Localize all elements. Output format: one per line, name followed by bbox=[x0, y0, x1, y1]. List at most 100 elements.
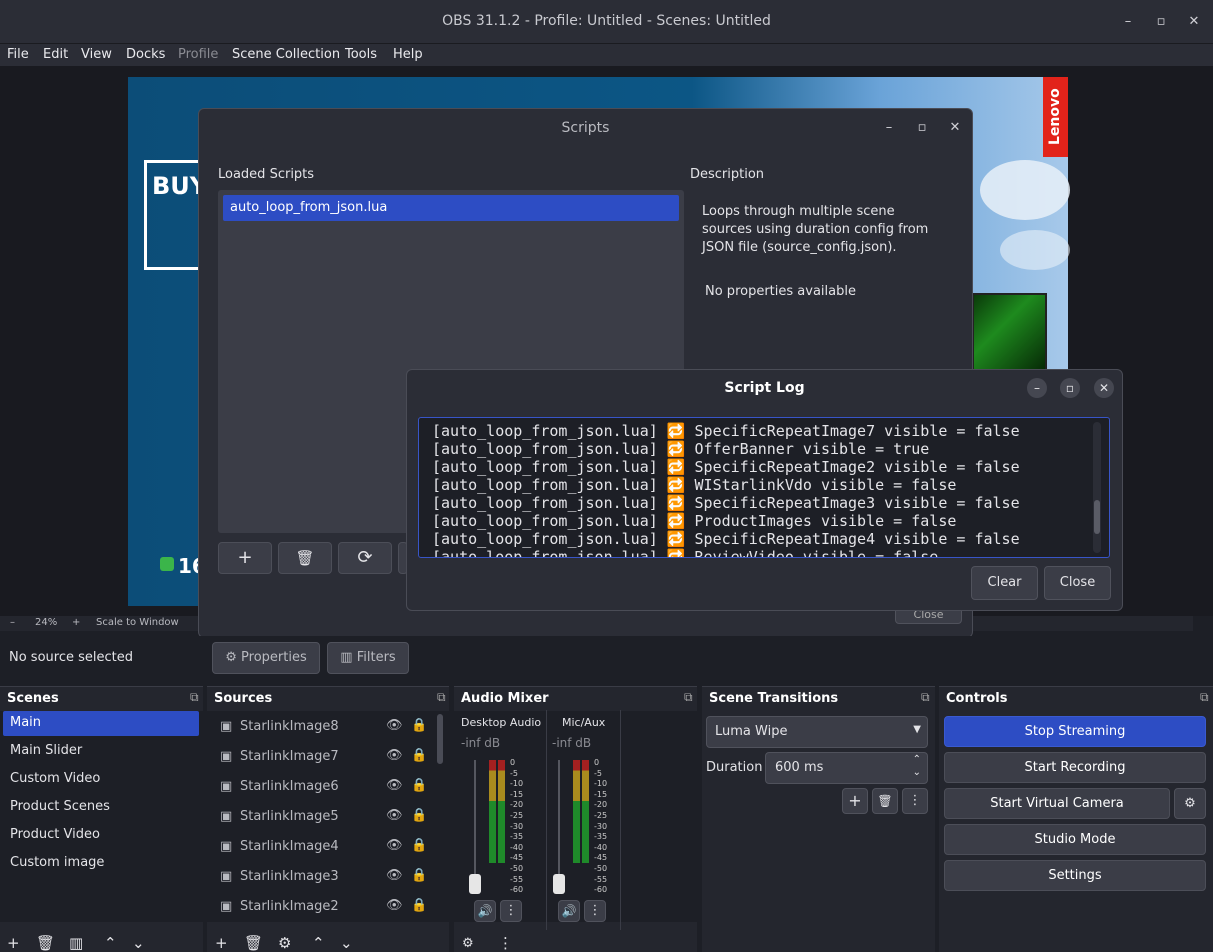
scene-item[interactable]: Product Video bbox=[3, 823, 199, 848]
menu-scene-collection[interactable]: Scene Collection bbox=[232, 47, 340, 62]
minimize-button[interactable]: – bbox=[1118, 12, 1138, 32]
scene-item[interactable]: Custom Video bbox=[3, 767, 199, 792]
lock-icon[interactable]: 🔒 bbox=[411, 748, 427, 763]
transition-menu-kebab-icon[interactable]: ⋮ bbox=[902, 788, 928, 814]
lock-icon[interactable]: 🔒 bbox=[411, 838, 427, 853]
sources-scrollbar[interactable] bbox=[437, 714, 443, 764]
undock-icon[interactable]: ⧉ bbox=[437, 690, 446, 705]
maximize-button[interactable]: ▫ bbox=[1151, 12, 1171, 32]
studio-mode-button[interactable]: Studio Mode bbox=[944, 824, 1206, 855]
scripts-close-button[interactable]: ✕ bbox=[945, 118, 965, 138]
clear-button[interactable]: Clear bbox=[971, 566, 1038, 600]
source-item[interactable]: ▣ StarlinkImage8 👁 🔒 bbox=[214, 712, 434, 742]
scene-item[interactable]: Custom image bbox=[3, 851, 199, 876]
add-script-button[interactable]: + bbox=[218, 542, 272, 574]
settings-button[interactable]: Settings bbox=[944, 860, 1206, 891]
undock-icon[interactable]: ⧉ bbox=[921, 690, 930, 705]
menu-profile[interactable]: Profile bbox=[178, 47, 218, 62]
lock-icon[interactable]: 🔒 bbox=[411, 898, 427, 913]
mic-volume-slider-track[interactable] bbox=[558, 760, 560, 885]
lock-icon[interactable]: 🔒 bbox=[411, 718, 427, 733]
desktop-menu-kebab-icon[interactable]: ⋮ bbox=[500, 900, 522, 922]
transition-select[interactable]: Luma Wipe ▼ bbox=[706, 716, 928, 748]
start-recording-button[interactable]: Start Recording bbox=[944, 752, 1206, 783]
menu-edit[interactable]: Edit bbox=[43, 47, 68, 62]
filters-button[interactable]: ▥ Filters bbox=[327, 642, 409, 674]
source-item[interactable]: ▣ StarlinkImage2 👁 🔒 bbox=[214, 892, 434, 922]
log-maximize-button[interactable]: ▫ bbox=[1060, 378, 1080, 398]
lock-icon[interactable]: 🔒 bbox=[411, 808, 427, 823]
zoom-out-button[interactable]: – bbox=[10, 617, 15, 628]
log-scrollbar-thumb[interactable] bbox=[1094, 500, 1100, 534]
visibility-icon[interactable]: 👁 bbox=[386, 808, 403, 823]
advanced-audio-gear-icon[interactable]: ⚙ bbox=[462, 936, 474, 951]
zoom-in-button[interactable]: + bbox=[72, 617, 80, 628]
remove-transition-icon[interactable]: 🗑 bbox=[872, 788, 898, 814]
menu-docks[interactable]: Docks bbox=[126, 47, 165, 62]
source-item[interactable]: ▣ StarlinkImage4 👁 🔒 bbox=[214, 832, 434, 862]
start-virtual-camera-button[interactable]: Start Virtual Camera bbox=[944, 788, 1170, 819]
remove-scene-icon[interactable]: 🗑 bbox=[36, 934, 55, 952]
scene-item[interactable]: Main Slider bbox=[3, 739, 199, 764]
visibility-icon[interactable]: 👁 bbox=[386, 718, 403, 733]
desktop-meter-scale: 0 -5 -10 -15 -20 -25 -30 -35 -40 -45 -50 -55 -60 bbox=[510, 758, 524, 895]
duration-spinbox[interactable]: 600 ms ⌃ ⌄ bbox=[765, 752, 928, 784]
move-up-icon[interactable]: ⌃ bbox=[312, 934, 325, 952]
script-list-item[interactable]: auto_loop_from_json.lua bbox=[223, 195, 679, 221]
log-scrollbar[interactable] bbox=[1093, 422, 1101, 553]
scene-item-main[interactable]: Main bbox=[3, 711, 199, 736]
remove-source-icon[interactable]: 🗑 bbox=[244, 934, 263, 952]
desktop-volume-slider-track[interactable] bbox=[474, 760, 476, 885]
remove-script-button[interactable]: 🗑 bbox=[278, 542, 332, 574]
lock-icon[interactable]: 🔒 bbox=[411, 868, 427, 883]
add-scene-icon[interactable]: + bbox=[7, 934, 20, 952]
log-close-text-button[interactable]: Close bbox=[1044, 566, 1111, 600]
menu-help[interactable]: Help bbox=[393, 47, 423, 62]
source-item[interactable]: ▣ StarlinkImage5 👁 🔒 bbox=[214, 802, 434, 832]
lock-icon[interactable]: 🔒 bbox=[411, 778, 427, 793]
move-down-icon[interactable]: ⌄ bbox=[340, 934, 353, 952]
mic-volume-slider-handle[interactable] bbox=[553, 874, 565, 894]
source-item[interactable]: ▣ StarlinkImage6 👁 🔒 bbox=[214, 772, 434, 802]
scale-to-window[interactable]: Scale to Window bbox=[96, 617, 179, 628]
add-source-icon[interactable]: + bbox=[215, 934, 228, 952]
undock-icon[interactable]: ⧉ bbox=[190, 690, 199, 705]
log-close-button[interactable]: ✕ bbox=[1094, 378, 1114, 398]
script-description: Loops through multiple scene sources usi… bbox=[702, 204, 929, 255]
visibility-icon[interactable]: 👁 bbox=[386, 868, 403, 883]
reload-script-button[interactable]: ⟳ bbox=[338, 542, 392, 574]
properties-button[interactable]: ⚙ Properties bbox=[212, 642, 320, 674]
menu-view[interactable]: View bbox=[81, 47, 112, 62]
source-item[interactable]: ▣ StarlinkImage7 👁 🔒 bbox=[214, 742, 434, 772]
source-properties-icon[interactable]: ⚙ bbox=[278, 934, 291, 952]
mic-menu-kebab-icon[interactable]: ⋮ bbox=[584, 900, 606, 922]
mic-mute-speaker-icon[interactable]: 🔊 bbox=[558, 900, 580, 922]
virtual-camera-gear-icon[interactable]: ⚙ bbox=[1174, 788, 1206, 819]
desktop-volume-slider-handle[interactable] bbox=[469, 874, 481, 894]
stop-streaming-button[interactable]: Stop Streaming bbox=[944, 716, 1206, 747]
mixer-menu-kebab-icon[interactable]: ⋮ bbox=[498, 934, 513, 952]
scene-item[interactable]: Product Scenes bbox=[3, 795, 199, 820]
scripts-minimize-button[interactable]: – bbox=[879, 118, 899, 138]
move-down-icon[interactable]: ⌄ bbox=[132, 934, 145, 952]
undock-icon[interactable]: ⧉ bbox=[1200, 690, 1209, 705]
desktop-mute-speaker-icon[interactable]: 🔊 bbox=[474, 900, 496, 922]
menu-tools[interactable]: Tools bbox=[345, 47, 377, 62]
scene-filters-icon[interactable]: ▥ bbox=[69, 934, 83, 952]
undock-icon[interactable]: ⧉ bbox=[684, 690, 693, 705]
scripts-maximize-button[interactable]: ▫ bbox=[912, 118, 932, 138]
close-button[interactable]: ✕ bbox=[1184, 12, 1204, 32]
visibility-icon[interactable]: 👁 bbox=[386, 748, 403, 763]
move-up-icon[interactable]: ⌃ bbox=[104, 934, 117, 952]
menu-file[interactable]: File bbox=[7, 47, 29, 62]
visibility-icon[interactable]: 👁 bbox=[386, 898, 403, 913]
script-log-text[interactable]: [auto_loop_from_json.lua] 🔁 SpecificRepe… bbox=[418, 417, 1110, 558]
image-icon: ▣ bbox=[220, 719, 233, 734]
chevron-up-icon[interactable]: ⌃ bbox=[913, 754, 921, 765]
visibility-icon[interactable]: 👁 bbox=[386, 838, 403, 853]
chevron-down-icon[interactable]: ⌄ bbox=[913, 767, 921, 778]
source-item[interactable]: ▣ StarlinkImage3 👁 🔒 bbox=[214, 862, 434, 892]
add-transition-icon[interactable]: + bbox=[842, 788, 868, 814]
visibility-icon[interactable]: 👁 bbox=[386, 778, 403, 793]
log-minimize-button[interactable]: – bbox=[1027, 378, 1047, 398]
